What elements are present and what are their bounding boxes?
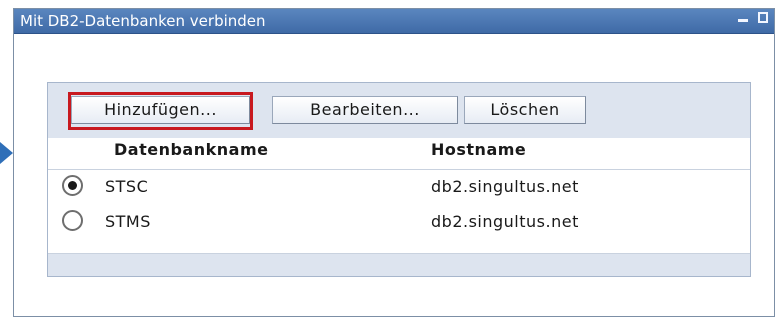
database-name-cell: STSC <box>105 177 149 196</box>
window-title: Mit DB2-Datenbanken verbinden <box>20 12 266 30</box>
panel-footer <box>48 253 750 276</box>
add-button[interactable]: Hinzufügen... <box>71 96 250 124</box>
hostname-cell: db2.singultus.net <box>431 177 579 196</box>
delete-button[interactable]: Löschen <box>464 96 586 124</box>
window-titlebar: Mit DB2-Datenbanken verbinden <box>14 9 774 34</box>
maximize-icon[interactable] <box>758 12 768 23</box>
connect-db2-window: Mit DB2-Datenbanken verbinden Hinzufügen… <box>13 8 775 317</box>
column-header-database-name[interactable]: Datenbankname <box>114 140 268 159</box>
column-header-hostname[interactable]: Hostname <box>431 140 526 159</box>
row-radio-selected[interactable] <box>62 175 83 196</box>
row-radio[interactable] <box>62 210 83 231</box>
hostname-cell: db2.singultus.net <box>431 212 579 231</box>
edit-button[interactable]: Bearbeiten... <box>272 96 458 124</box>
pointer-arrow-icon <box>0 142 13 164</box>
database-panel: Hinzufügen... Bearbeiten... Löschen Date… <box>47 82 751 277</box>
header-divider <box>48 169 750 170</box>
table-row[interactable]: STSC db2.singultus.net <box>48 171 750 203</box>
database-name-cell: STMS <box>105 212 151 231</box>
toolbar: Hinzufügen... Bearbeiten... Löschen Date… <box>48 83 750 159</box>
table-row[interactable]: STMS db2.singultus.net <box>48 206 750 238</box>
minimize-icon[interactable] <box>738 19 748 22</box>
